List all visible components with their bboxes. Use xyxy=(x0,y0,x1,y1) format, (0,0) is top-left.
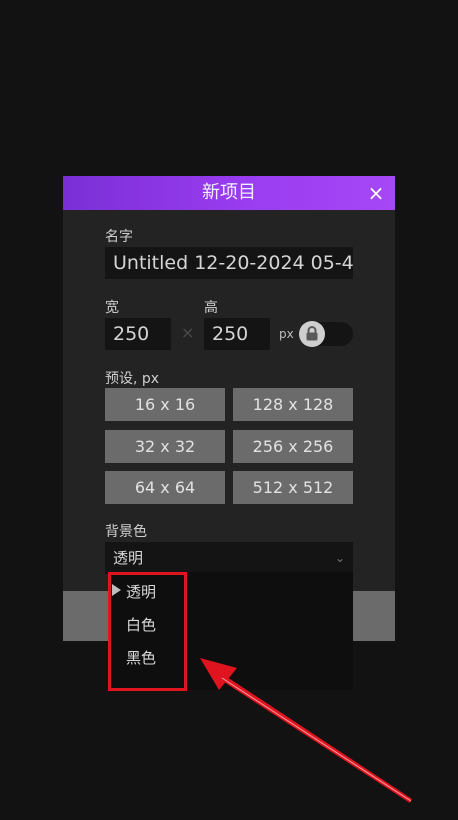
annotation-arrow xyxy=(200,658,412,803)
